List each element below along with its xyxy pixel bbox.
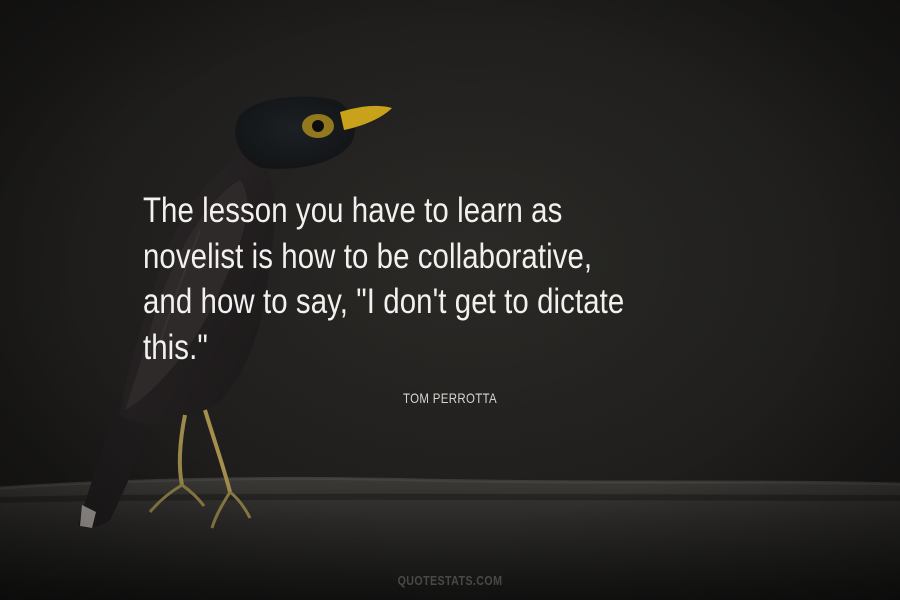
quote-line: and how to say, "I don't get to dictate	[143, 282, 625, 321]
site-watermark: QUOTESTATS.COM	[397, 573, 503, 588]
quote-line: The lesson you have to learn as	[143, 191, 563, 230]
quote-author: TOM PERROTTA	[402, 390, 498, 406]
quote-line: novelist is how to be collaborative,	[143, 236, 593, 276]
quote-text: The lesson you have to learn as novelist…	[143, 188, 843, 370]
quote-line: this."	[143, 327, 208, 367]
quote-image: The lesson you have to learn as novelist…	[0, 0, 900, 600]
